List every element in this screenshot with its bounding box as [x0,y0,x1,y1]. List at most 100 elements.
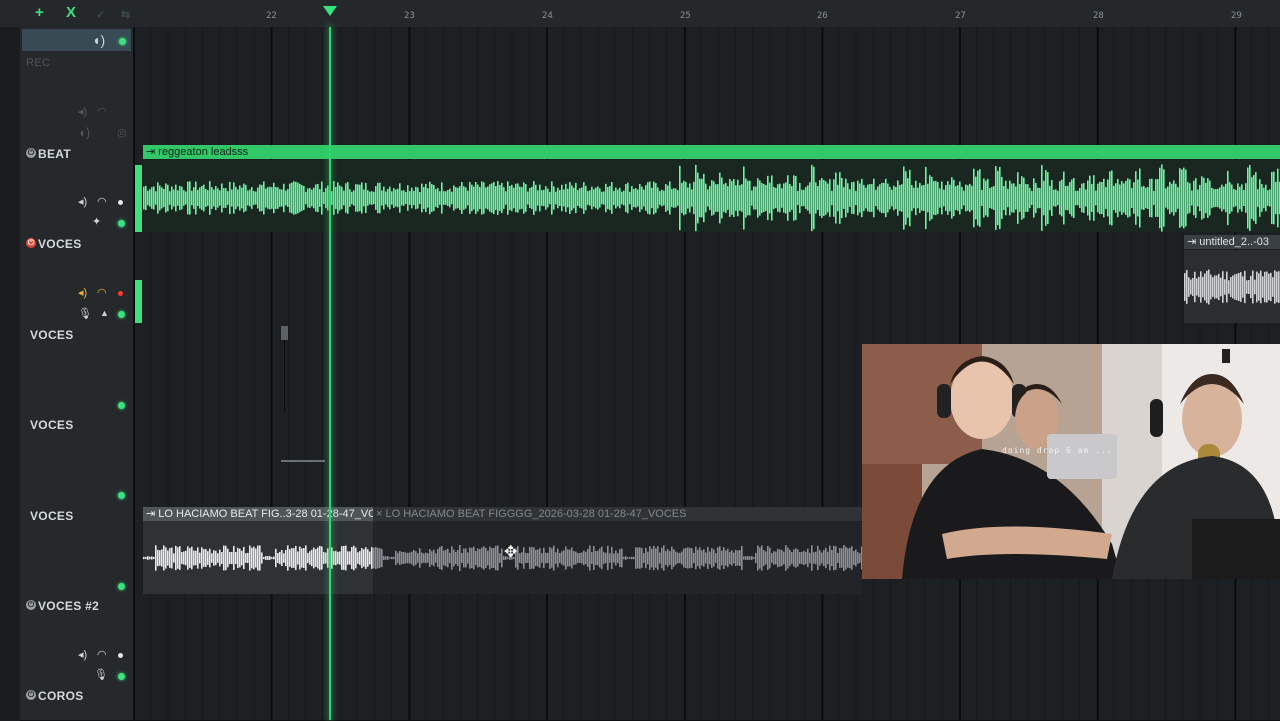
waveform-sample [391,191,393,205]
track-header-voces-2[interactable]: ⏻ VOCES #2 ◂) ◠ 🎙 [20,595,133,687]
active-indicator[interactable] [118,402,125,409]
headphones-icon[interactable]: ◠ [97,195,107,208]
waveform-sample [817,545,819,571]
edit-icon[interactable]: ✓ [96,8,105,21]
waveform-sample [1215,189,1217,207]
solo-indicator[interactable] [118,653,123,658]
expand-icon[interactable]: ▲ [100,308,109,318]
waveform-sample [439,191,441,205]
waveform-sample [531,547,533,569]
headphones-icon[interactable]: ◠ [97,286,107,299]
waveform-sample [395,550,397,566]
bar-number: 29 [1231,11,1242,21]
active-indicator[interactable] [119,38,126,45]
speaker-icon[interactable]: ◂) [78,195,87,208]
waveform-sample [509,185,511,211]
clip-header[interactable]: ⇥ reggeaton leadsss [143,145,1280,159]
waveform-sample [357,552,359,564]
waveform-sample [1075,190,1077,206]
record-arm-icon[interactable]: ⏻ [26,238,36,248]
waveform-sample [551,548,553,568]
track-header-voces[interactable]: ⏻ VOCES ◂) ◠ 🎙 ▲ [20,233,133,325]
timeline-ruler[interactable]: + X ✓ ⇆ 22 23 24 25 26 27 28 29 [0,0,1280,28]
waveform-sample [469,547,471,569]
monitor-icon[interactable]: ◖) [92,32,105,48]
playhead-marker[interactable] [323,6,337,16]
waveform-sample [383,186,385,210]
active-indicator[interactable] [118,583,125,590]
track-lane-rec[interactable] [133,27,1280,144]
active-indicator[interactable] [118,220,125,227]
active-indicator[interactable] [118,492,125,499]
waveform-sample [475,182,477,214]
waveform-sample [427,188,429,208]
beat-waveform[interactable] [143,160,1280,232]
waveform-sample [785,182,787,214]
waveform-sample [1271,172,1273,224]
active-indicator[interactable] [118,311,125,318]
waveform-sample [523,547,525,569]
track-lane-coros[interactable] [133,686,1280,721]
track-header-beat[interactable]: ⏻ BEAT ◂) ◠ ✦ [20,143,133,234]
fx-icon[interactable]: ✦ [92,215,101,228]
automation-handle[interactable] [281,326,288,340]
ghost-clip-header[interactable]: × LO HACIAMO BEAT FIGGGG_2026-03-28 01-2… [373,507,862,521]
waveform-sample [695,164,697,232]
waveform-sample [1059,181,1061,215]
waveform-sample [143,556,145,560]
monitor-icon[interactable]: ◖) [78,125,90,140]
waveform-sample [259,545,261,571]
track-header-voces[interactable]: VOCES [20,414,133,506]
record-indicator[interactable] [118,291,123,296]
track-header-rec[interactable]: ◖) REC ◂) ◠ ◖) ◎ [20,27,133,144]
waveform-sample [153,556,155,560]
waveform-sample [363,549,365,567]
voces-waveform[interactable] [143,521,862,594]
track-header-voces[interactable]: VOCES [20,505,133,596]
headphones-icon[interactable]: ◠ [97,648,107,661]
speaker-icon[interactable]: ◂) [78,648,87,661]
waveform-sample [825,547,827,569]
waveform-sample [839,548,841,568]
waveform-sample [219,190,221,206]
waveform-sample [1189,183,1191,213]
microphone-icon[interactable]: 🎙 [78,307,92,320]
waveform-sample [1053,189,1055,207]
track-header-coros[interactable]: ⏻ COROS [20,686,133,721]
link-icon[interactable]: ⇆ [121,8,130,21]
waveform-sample [661,547,663,569]
solo-indicator[interactable] [118,200,123,205]
close-button[interactable]: X [66,4,76,21]
playhead[interactable] [329,27,331,720]
microphone-icon[interactable]: 🎙 [94,668,108,681]
waveform-sample [981,189,983,207]
waveform-sample [253,546,255,570]
speaker-icon[interactable]: ◂) [78,105,87,118]
waveform-sample [809,552,811,564]
waveform-sample [279,189,281,207]
clip-waveform[interactable] [1184,250,1280,323]
waveform-sample [1015,186,1017,210]
clip-header[interactable]: ⇥ untitled_2..-03 [1184,235,1280,249]
waveform-sample [241,187,243,209]
add-track-button[interactable]: + [35,4,44,21]
speaker-icon[interactable]: ◂) [78,286,87,299]
waveform-sample [929,175,931,221]
track-lane-voces-2[interactable] [133,595,1280,687]
waveform-sample [205,188,207,208]
waveform-sample [1151,178,1153,218]
headphones-icon[interactable]: ◠ [97,105,107,118]
record-icon[interactable]: ◎ [117,126,127,139]
waveform-sample [809,182,811,214]
clip-header[interactable]: ⇥ LO HACIAMO BEAT FIG..3-28 01-28-47_VOC… [143,507,373,521]
track-header-voces[interactable]: VOCES [20,324,133,415]
waveform-sample [453,185,455,211]
waveform-sample [621,548,623,568]
track-lane-voces[interactable] [133,233,1280,325]
waveform-sample [489,546,491,570]
waveform-sample [937,181,939,215]
waveform-sample [377,182,379,214]
waveform-sample [1206,270,1208,304]
waveform-sample [153,186,155,210]
active-indicator[interactable] [118,673,125,680]
